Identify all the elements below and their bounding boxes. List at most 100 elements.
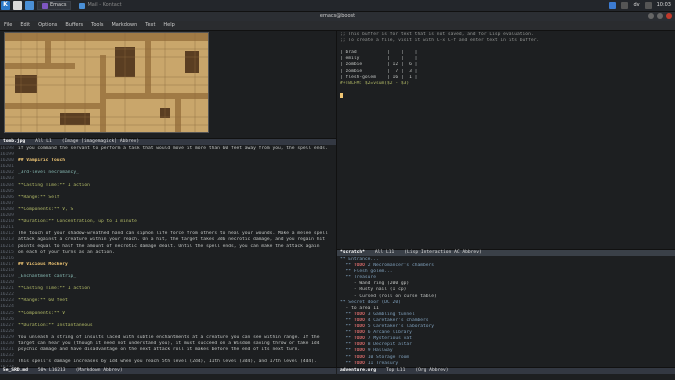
org-heading: 5 Caretaker's laboratory (364, 324, 435, 330)
line-text: The touch of your shadow-wreathed hand c… (18, 231, 328, 237)
org-bullet: ** (340, 263, 354, 269)
modeline-image: tomb.jpg All L1 (Image [imagemagick] Abb… (0, 138, 336, 145)
menu-markdown[interactable]: Markdown (111, 22, 137, 28)
line-text: points equal to half the amount of necro… (18, 243, 320, 249)
line-text: ** Treasure (340, 275, 376, 281)
org-bullet: ** (340, 317, 354, 323)
line-text: You unleash a string of insults laced wi… (18, 334, 320, 340)
scratch-text[interactable]: ;; This buffer is for text that is not s… (340, 32, 675, 99)
org-outline[interactable]: ** Entrance... ** TODO 2 Necromancer's c… (340, 257, 675, 367)
line-text: | brad | | | (340, 50, 418, 56)
minibuffer[interactable] (0, 374, 675, 380)
org-heading: 8 Decrepit altar (364, 342, 412, 348)
todo-keyword: TODO (353, 360, 365, 366)
line-text: **Duration:** Instantaneous (18, 322, 93, 328)
scratch-pane[interactable]: ;; This buffer is for text that is not s… (337, 31, 675, 249)
org-bullet: ** (340, 348, 354, 354)
org-heading: 4 Caretaker's chambers (364, 317, 429, 323)
text-line[interactable]: 16231 psychic damage and have disadvantag… (0, 347, 336, 353)
close-icon[interactable] (666, 13, 672, 19)
modeline-org: adventure.org Top L11 (Org Abbrev) (337, 367, 675, 374)
taskbar-task-label: Mail - Kontact (87, 2, 122, 9)
line-text: | emily | | | (340, 56, 418, 62)
clock[interactable]: 10:03 (657, 2, 671, 8)
dungeon-map-image (4, 32, 209, 133)
taskbar-task-label: Emacs (50, 2, 67, 9)
buffer-modes: (Image [imagemagick] Abbrev) (61, 138, 140, 144)
line-text: **Casting Time:** 1 action (18, 182, 90, 188)
todo-keyword: TODO (353, 311, 365, 317)
markdown-text[interactable]: 16198 if you command the servant to perfo… (0, 146, 336, 367)
line-text: **Range:** Self (18, 194, 60, 200)
todo-keyword: TODO (353, 263, 365, 269)
org-bullet: ** (340, 360, 354, 366)
org-bullet: ** (340, 354, 354, 360)
menubar: File Edit Options Buffers Tools Markdown… (0, 21, 675, 31)
org-heading: 6 Arcane library (364, 330, 412, 336)
line-text: on each of your turns as an action. (18, 249, 115, 255)
taskbar-task-mail[interactable]: Mail - Kontact (74, 1, 126, 10)
tray-label[interactable]: dv (633, 2, 639, 8)
line-text: **Casting Time:** 1 action (18, 286, 90, 292)
line-text: | flesh-golem | 16 | 1 | (340, 74, 418, 80)
todo-keyword: TODO (353, 324, 365, 330)
line-text: **Components:** V (18, 310, 66, 316)
taskbar-task-emacs[interactable]: Emacs (37, 1, 72, 10)
org-bullet: ** (340, 336, 354, 342)
network-icon[interactable] (609, 2, 617, 9)
menu-text[interactable]: Text (145, 22, 155, 28)
line-text: - Rusty nail (1 cp) (340, 287, 407, 293)
line-text: **Components:** V, S (18, 206, 74, 212)
image-pane[interactable] (0, 31, 336, 138)
line-text: ;; To create a file, visit it with C-x C… (340, 38, 540, 44)
org-heading: 10 Storage room (364, 354, 410, 360)
battery-icon[interactable] (644, 2, 652, 9)
org-heading: 9 Hallway (364, 348, 393, 354)
org-heading: 2 Necromancer's chambers (364, 263, 435, 269)
menu-file[interactable]: File (4, 22, 12, 28)
buffer-position: All L1 (35, 138, 52, 144)
kde-launcher-icon[interactable]: K (1, 1, 10, 10)
text-line[interactable]: 16198 if you command the servant to perfo… (0, 146, 336, 152)
org-bullet: ** (340, 330, 354, 336)
window-title: emacs@boost (319, 13, 356, 19)
line-text: ;; This buffer is for text that is not s… (340, 32, 534, 37)
line-text: attack against a creature within your re… (18, 237, 325, 243)
line-text: - Wand ring (200 gp) (340, 281, 410, 287)
minimize-icon[interactable] (648, 13, 654, 19)
line-text: | zombie | 7 | 3 | (340, 68, 418, 74)
volume-icon[interactable] (621, 2, 629, 9)
org-pane[interactable]: ** Entrance... ** TODO 2 Necromancer's c… (337, 256, 675, 367)
markdown-pane[interactable]: 16198 if you command the servant to perfo… (0, 146, 336, 367)
mail-icon (79, 2, 86, 9)
todo-keyword: TODO (353, 317, 365, 323)
taskbar: K Emacs Mail - Kontact dv 10:03 (0, 0, 675, 12)
window-titlebar[interactable]: emacs@boost (0, 12, 675, 21)
todo-keyword: TODO (353, 348, 365, 354)
org-heading: 11 Treasury (364, 360, 399, 366)
line-text: _3rd-level necromancy_ (18, 170, 79, 176)
browser-icon[interactable] (25, 1, 34, 10)
menu-tools[interactable]: Tools (91, 22, 103, 28)
todo-keyword: TODO (353, 342, 365, 348)
maximize-icon[interactable] (657, 13, 663, 19)
line-text: - Cursed (roll on curse table) (340, 293, 437, 299)
line-text: #+TBLFM: $2=vsum($2 - $3) (340, 80, 410, 86)
line-text: _Enchantment cantrip_ (18, 273, 77, 279)
file-manager-icon[interactable] (13, 1, 22, 10)
line-text: **Range:** 60 feet (18, 298, 68, 304)
menu-options[interactable]: Options (38, 22, 57, 28)
text-line[interactable]: 16233 This spell's damage increases by 1d… (0, 359, 336, 365)
line-text: **Duration:** Concentration, up to 1 min… (18, 219, 137, 225)
menu-buffers[interactable]: Buffers (65, 22, 83, 28)
menu-help[interactable]: Help (163, 22, 174, 28)
text-line[interactable] (340, 92, 675, 99)
emacs-icon (42, 2, 48, 9)
line-text: if you command the servant to perform a … (18, 146, 328, 151)
todo-keyword: TODO (353, 330, 365, 336)
todo-keyword: TODO (353, 336, 365, 342)
line-text: - to area 11 (340, 305, 379, 311)
org-bullet: ** (340, 311, 354, 317)
line-text: psychic damage and have disadvantage on … (18, 347, 301, 353)
menu-edit[interactable]: Edit (20, 22, 30, 28)
